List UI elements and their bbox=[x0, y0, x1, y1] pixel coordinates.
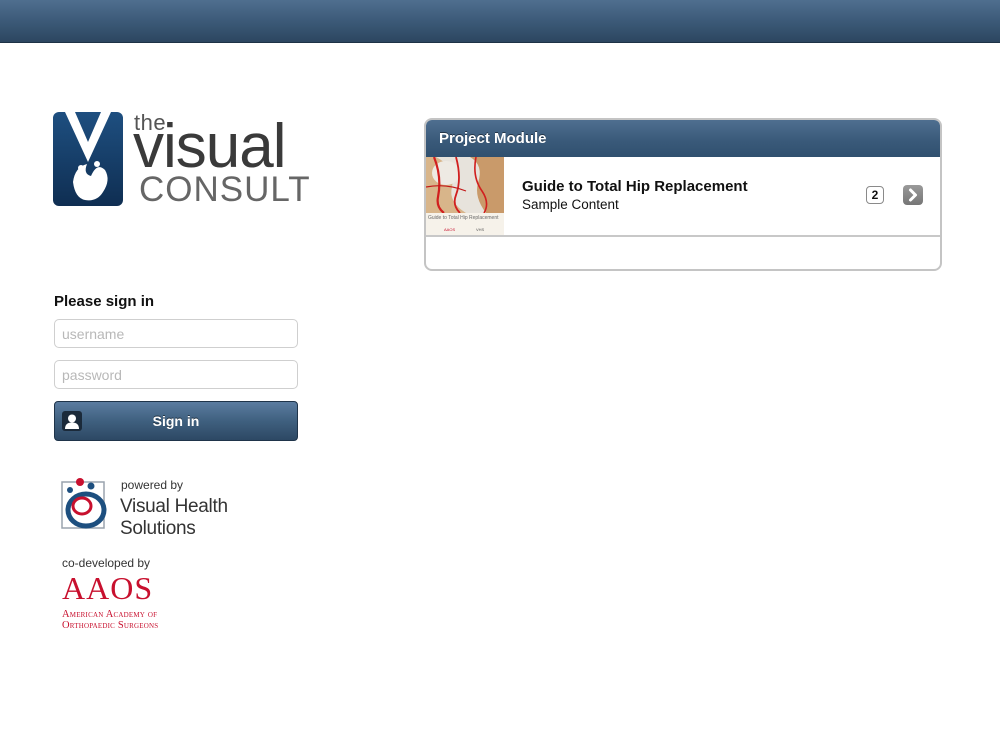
thumbnail-caption: Guide to Total Hip Replacement bbox=[428, 215, 499, 221]
aaos-name-line1: American Academy of bbox=[62, 609, 158, 620]
module-title: Guide to Total Hip Replacement bbox=[522, 178, 748, 195]
aaos-name-line2: Orthopaedic Surgeons bbox=[62, 620, 159, 631]
project-module-panel: Project Module Guide to Total Hip Replac… bbox=[424, 118, 942, 271]
sign-in-button-label: Sign in bbox=[152, 413, 200, 429]
module-thumbnail: Guide to Total Hip Replacement AAOS VHS bbox=[426, 157, 504, 235]
module-subtitle: Sample Content bbox=[522, 197, 619, 212]
hip-anatomy-image-icon bbox=[426, 157, 504, 213]
visual-consult-logo: the visual CONSULT bbox=[53, 112, 310, 208]
module-open-button[interactable] bbox=[903, 185, 923, 205]
username-input[interactable] bbox=[54, 319, 298, 348]
powered-by-block: powered by Visual Health Solutions bbox=[58, 476, 308, 539]
visual-consult-logo-mark-icon bbox=[53, 112, 123, 206]
chevron-right-icon bbox=[909, 188, 917, 202]
logo-consult-text: CONSULT bbox=[139, 170, 311, 209]
module-count-badge: 2 bbox=[866, 186, 884, 204]
aaos-logo: AAOS American Academy of Orthopaedic Sur… bbox=[62, 572, 192, 632]
module-list-item[interactable]: Guide to Total Hip Replacement AAOS VHS … bbox=[426, 157, 940, 237]
user-icon bbox=[62, 411, 82, 431]
powered-by-label: powered by bbox=[121, 478, 184, 492]
logo-visual-text: visual bbox=[133, 112, 287, 181]
thumbnail-aaos-mark: AAOS bbox=[444, 227, 456, 232]
sign-in-heading: Please sign in bbox=[54, 293, 155, 310]
visual-health-solutions-name: Visual Health Solutions bbox=[120, 496, 228, 539]
visual-health-solutions-logo-icon bbox=[61, 478, 107, 529]
sign-in-button[interactable]: Sign in bbox=[54, 401, 298, 441]
aaos-abbr: AAOS bbox=[62, 570, 154, 606]
co-developed-by-label: co-developed by bbox=[62, 556, 151, 570]
password-input[interactable] bbox=[54, 360, 298, 389]
top-nav-bar bbox=[0, 0, 1000, 43]
thumbnail-vhs-mark: VHS bbox=[476, 227, 485, 232]
project-module-header: Project Module bbox=[426, 120, 940, 157]
